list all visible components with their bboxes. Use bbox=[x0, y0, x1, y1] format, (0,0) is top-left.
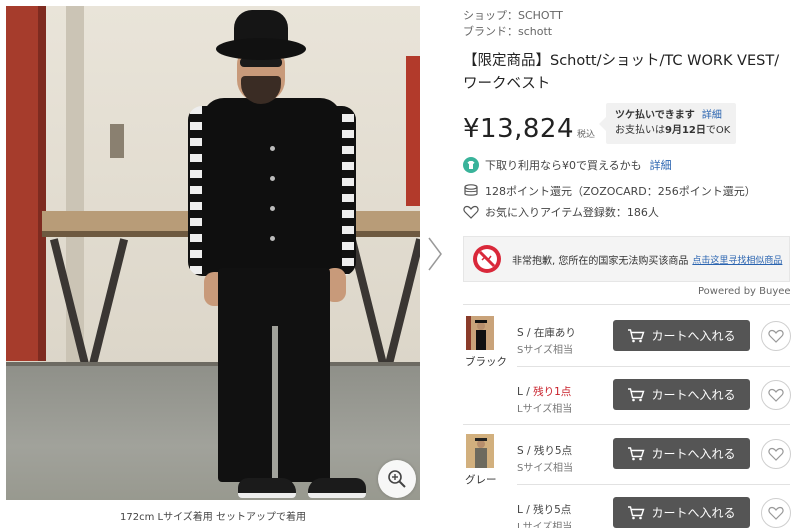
size-note: Lサイズ相当 bbox=[517, 404, 573, 415]
color-name-black: ブラック bbox=[465, 356, 507, 368]
variant-row: S / 在庫あり Sサイズ相当 カートへ入れる bbox=[517, 320, 800, 370]
heart-icon bbox=[768, 329, 784, 343]
shipping-restriction-notice: 非常抱歉, 您所在的国家无法购买该商品 点击这里寻找相似商品 bbox=[463, 236, 790, 282]
variant-size-stock: S / bbox=[517, 445, 534, 457]
trade-in-row: 下取り利用なら¥0で買えるかも 詳細 bbox=[463, 157, 672, 173]
model-figure bbox=[6, 6, 420, 500]
stock-level-low: 残り1点 bbox=[533, 386, 572, 398]
add-to-cart-label: カートへ入れる bbox=[651, 447, 736, 461]
size-note: Sサイズ相当 bbox=[517, 345, 574, 356]
zoom-in-icon bbox=[388, 470, 406, 488]
favorite-button[interactable] bbox=[761, 439, 791, 469]
product-photo[interactable] bbox=[6, 6, 420, 500]
deferred-payment-date: 9月12日 bbox=[665, 125, 706, 136]
add-to-cart-button[interactable]: カートへ入れる bbox=[613, 497, 750, 528]
deferred-payment-prefix: お支払いは bbox=[615, 125, 665, 136]
stock-status: L / 残り1点 bbox=[517, 384, 571, 399]
tshirt-icon bbox=[463, 157, 479, 173]
points-text: 128ポイント還元（ZOZOCARD：256ポイント還元） bbox=[485, 185, 756, 198]
product-title: 【限定商品】Schott/ショット/TC WORK VEST/ワークベスト bbox=[463, 53, 780, 92]
cart-icon bbox=[628, 328, 645, 342]
size-note: Lサイズ相当 bbox=[517, 522, 573, 528]
heart-icon bbox=[768, 506, 784, 520]
divider bbox=[517, 484, 790, 485]
points-row: 128ポイント還元（ZOZOCARD：256ポイント還元） bbox=[463, 183, 756, 199]
deferred-payment-box: ツケ払いできます 詳細 お支払いは9月12日でOK bbox=[599, 103, 736, 144]
favorite-button[interactable] bbox=[761, 498, 791, 528]
favorite-button[interactable] bbox=[761, 380, 791, 410]
cart-icon bbox=[628, 446, 645, 460]
variant-size-stock: L / bbox=[517, 504, 534, 516]
deferred-payment-headline: ツケ払いできます bbox=[615, 110, 695, 121]
add-to-cart-button[interactable]: カートへ入れる bbox=[613, 438, 750, 469]
variant-row: L / 残り1点 Lサイズ相当 カートへ入れる bbox=[517, 379, 800, 429]
color-name-gray: グレー bbox=[465, 474, 497, 486]
trade-in-text: 下取り利用なら¥0で買えるかも bbox=[485, 159, 642, 172]
favorites-count-row: お気に入りアイテム登録数：186人 bbox=[463, 204, 659, 220]
photo-caption: 172cm Lサイズ着用 セットアップで着用 bbox=[120, 512, 306, 523]
tax-label: 税込 bbox=[577, 130, 596, 140]
cart-icon bbox=[628, 505, 645, 519]
variant-size-stock: S / bbox=[517, 327, 534, 339]
zoom-button[interactable] bbox=[378, 460, 416, 498]
heart-icon bbox=[768, 388, 784, 402]
deferred-payment-detail-link[interactable]: 詳細 bbox=[702, 110, 722, 121]
chevron-right-icon[interactable] bbox=[426, 236, 444, 272]
stock-level: 在庫あり bbox=[533, 327, 576, 339]
size-note: Sサイズ相当 bbox=[517, 463, 574, 474]
variant-row: S / 残り5点 Sサイズ相当 カートへ入れる bbox=[517, 438, 800, 488]
notice-text: 非常抱歉, 您所在的国家无法购买该商品 bbox=[512, 255, 689, 267]
price-row: ¥13,824 税込 bbox=[463, 114, 595, 144]
coins-icon bbox=[463, 183, 479, 199]
shop-name[interactable]: ショップ：SCHOTT bbox=[463, 7, 563, 23]
divider bbox=[463, 424, 790, 425]
stock-level: 残り5点 bbox=[533, 504, 572, 516]
heart-icon bbox=[768, 447, 784, 461]
divider bbox=[463, 304, 790, 305]
powered-by-buyee: Powered by Buyee bbox=[698, 286, 791, 297]
add-to-cart-label: カートへ入れる bbox=[651, 388, 736, 402]
variant-row: L / 残り5点 Lサイズ相当 カートへ入れる bbox=[517, 497, 800, 528]
no-entry-icon bbox=[473, 245, 501, 273]
favorites-count-text: お気に入りアイテム登録数：186人 bbox=[485, 206, 659, 219]
divider bbox=[517, 366, 790, 367]
stock-status: L / 残り5点 bbox=[517, 502, 571, 517]
variant-size-stock: L / bbox=[517, 386, 534, 398]
stock-status: S / 残り5点 bbox=[517, 443, 572, 458]
heart-icon bbox=[463, 204, 479, 220]
add-to-cart-label: カートへ入れる bbox=[651, 329, 736, 343]
cart-icon bbox=[628, 387, 645, 401]
favorite-button[interactable] bbox=[761, 321, 791, 351]
trade-in-detail-link[interactable]: 詳細 bbox=[650, 157, 672, 173]
find-similar-link[interactable]: 点击这里寻找相似商品 bbox=[692, 253, 782, 266]
price: ¥13,824 bbox=[463, 114, 575, 144]
stock-level: 残り5点 bbox=[533, 445, 573, 457]
color-swatch-black[interactable] bbox=[466, 316, 494, 350]
add-to-cart-label: カートへ入れる bbox=[651, 506, 736, 520]
color-swatch-gray[interactable] bbox=[466, 434, 494, 468]
brand-name[interactable]: ブランド：schott bbox=[463, 23, 552, 39]
stock-status: S / 在庫あり bbox=[517, 325, 576, 340]
deferred-payment-suffix: でOK bbox=[705, 125, 731, 136]
add-to-cart-button[interactable]: カートへ入れる bbox=[613, 379, 750, 410]
add-to-cart-button[interactable]: カートへ入れる bbox=[613, 320, 750, 351]
